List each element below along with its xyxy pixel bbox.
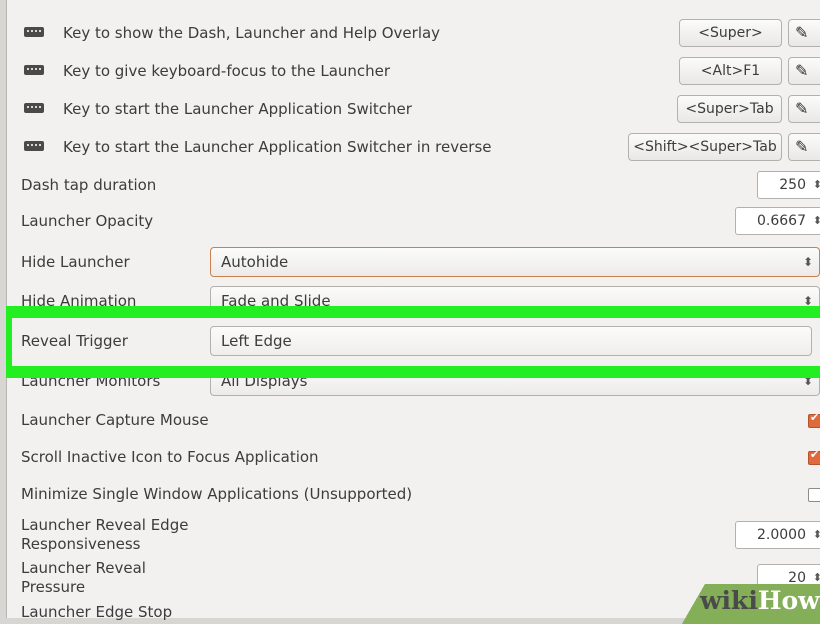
hide-launcher-value: Autohide [221,253,289,271]
reveal-pressure-label: Launcher Reveal Pressure [21,559,146,597]
edge-responsiveness-line1: Launcher Reveal Edge [21,516,189,534]
minimize-single-checkbox[interactable] [808,488,820,502]
shortcut-button[interactable]: <Alt>F1 [679,57,782,85]
wikihow-watermark: wikiHow [700,586,820,615]
shortcut-button[interactable]: <Super> [679,19,782,47]
spin-arrows-icon[interactable]: ⬍ [813,208,820,234]
dash-tap-label: Dash tap duration [21,176,157,194]
scroll-inactive-label: Scroll Inactive Icon to Focus Applicatio… [21,448,319,466]
dash-tap-spinner[interactable]: 250 ⬍ [757,171,820,199]
edit-pencil-icon[interactable]: ✎ [788,95,820,123]
spin-arrows-icon[interactable]: ⬍ [813,172,820,198]
reveal-trigger-label: Reveal Trigger [21,332,128,350]
keyboard-icon [24,27,44,37]
reveal-pressure-line2: Pressure [21,578,86,596]
watermark-how: How [757,586,820,615]
edge-stop-label: Launcher Edge Stop [21,603,173,621]
reveal-trigger-select[interactable]: Left Edge [210,326,812,356]
shortcut-button[interactable]: <Super>Tab [677,95,782,123]
edge-responsiveness-value: 2.0000 [757,527,806,543]
hide-launcher-label: Hide Launcher [21,253,130,271]
dash-tap-value: 250 [779,177,806,193]
hide-launcher-select[interactable]: Autohide ⬍ [210,247,820,277]
edit-pencil-icon[interactable]: ✎ [788,19,820,47]
reveal-trigger-value: Left Edge [221,332,292,350]
edit-pencil-icon[interactable]: ✎ [788,57,820,85]
keybinding-label: Key to start the Launcher Application Sw… [63,100,412,118]
reveal-pressure-line1: Launcher Reveal [21,559,146,577]
scroll-inactive-checkbox[interactable] [808,448,820,465]
capture-mouse-label: Launcher Capture Mouse [21,411,209,429]
keyboard-icon [24,65,44,75]
edge-responsiveness-line2: Responsiveness [21,535,141,553]
watermark-wiki: wiki [700,586,758,615]
keybinding-label: Key to start the Launcher Application Sw… [63,138,492,156]
opacity-spinner[interactable]: 0.6667 ⬍ [735,207,820,235]
opacity-label: Launcher Opacity [21,212,154,230]
capture-mouse-checkbox[interactable] [808,411,820,428]
keybinding-label: Key to give keyboard-focus to the Launch… [63,62,391,80]
edge-responsiveness-label: Launcher Reveal Edge Responsiveness [21,516,188,554]
keybinding-label: Key to show the Dash, Launcher and Help … [63,24,441,42]
edit-pencil-icon[interactable]: ✎ [788,133,820,161]
keyboard-icon [24,141,44,151]
spin-arrows-icon[interactable]: ⬍ [813,522,820,548]
combo-arrows-icon: ⬍ [802,255,813,269]
keyboard-icon [24,103,44,113]
edge-responsiveness-spinner[interactable]: 2.0000 ⬍ [735,521,820,549]
shortcut-button[interactable]: <Shift><Super>Tab [628,133,782,161]
opacity-value: 0.6667 [757,213,806,229]
minimize-single-label: Minimize Single Window Applications (Uns… [21,485,413,503]
